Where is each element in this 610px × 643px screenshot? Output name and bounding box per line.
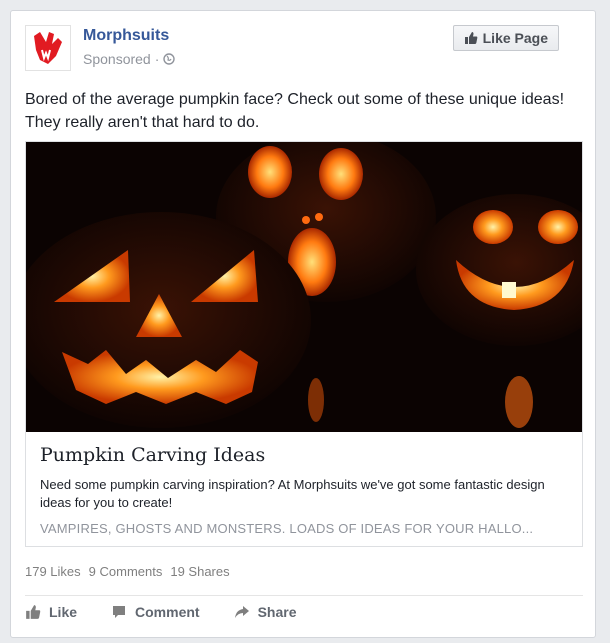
page-avatar[interactable] bbox=[25, 25, 71, 71]
morphsuits-logo-icon bbox=[34, 32, 62, 64]
divider bbox=[25, 595, 583, 596]
sponsored-post-card: Morphsuits Sponsored · Like Page Bored o… bbox=[10, 10, 596, 638]
shares-count[interactable]: 19 Shares bbox=[170, 564, 229, 579]
share-button[interactable]: Share bbox=[234, 604, 297, 620]
thumbs-up-icon bbox=[464, 32, 477, 44]
comment-label: Comment bbox=[135, 604, 200, 620]
link-caption: VAMPIRES, GHOSTS AND MONSTERS. LOADS OF … bbox=[40, 521, 534, 536]
comment-bubble-icon bbox=[113, 606, 126, 618]
likes-count[interactable]: 179 Likes bbox=[25, 564, 81, 579]
pumpkin-image bbox=[26, 142, 582, 432]
like-page-label: Like Page bbox=[482, 30, 548, 46]
like-label: Like bbox=[49, 604, 78, 620]
link-preview[interactable]: Pumpkin Carving Ideas Need some pumpkin … bbox=[25, 141, 583, 547]
like-page-button[interactable]: Like Page bbox=[452, 25, 559, 51]
comment-button[interactable]: Comment bbox=[111, 604, 200, 620]
post-text: Bored of the average pumpkin face? Check… bbox=[25, 91, 565, 131]
comments-count[interactable]: 9 Comments bbox=[89, 564, 163, 579]
link-title[interactable]: Pumpkin Carving Ideas bbox=[40, 444, 265, 466]
thumbs-up-icon bbox=[26, 605, 41, 619]
action-bar: Like Comment Share bbox=[25, 604, 297, 620]
share-label: Share bbox=[257, 604, 297, 620]
like-button[interactable]: Like bbox=[25, 604, 77, 620]
page-name-link[interactable]: Morphsuits bbox=[83, 27, 169, 45]
sponsored-row: Sponsored · bbox=[83, 51, 176, 67]
engagement-stats: 179 Likes 9 Comments 19 Shares bbox=[25, 564, 230, 579]
globe-icon bbox=[163, 53, 176, 65]
separator-dot: · bbox=[154, 51, 160, 67]
link-description: Need some pumpkin carving inspiration? A… bbox=[40, 477, 545, 510]
sponsored-label[interactable]: Sponsored bbox=[83, 51, 151, 67]
share-arrow-icon bbox=[234, 606, 249, 618]
